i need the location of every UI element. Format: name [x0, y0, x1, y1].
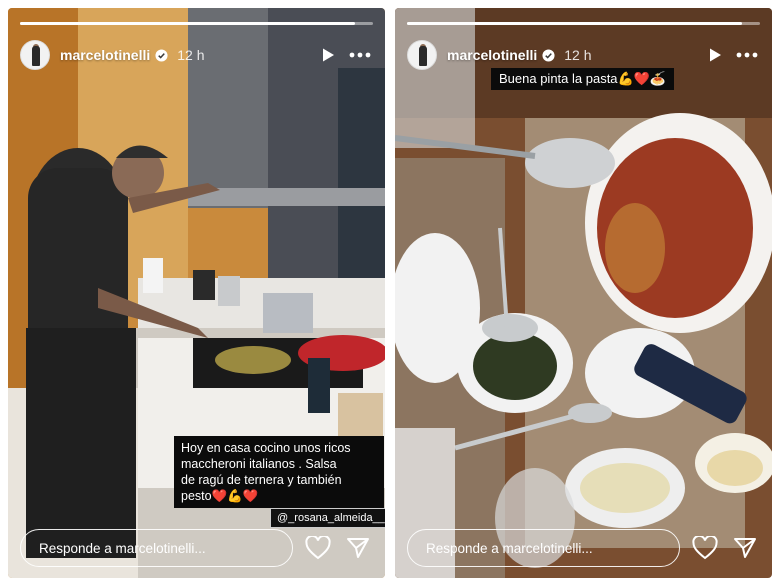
more-options-button[interactable] — [734, 42, 760, 68]
story-time: 12 h — [177, 47, 205, 63]
reply-input[interactable]: Responde a marcelotinelli... — [407, 529, 680, 567]
story-footer: Responde a marcelotinelli... — [407, 528, 760, 568]
more-options-icon — [349, 52, 371, 58]
caption-emojis: ❤️💪❤️ — [211, 489, 259, 503]
share-button[interactable] — [730, 533, 760, 563]
story-progress-fill — [20, 22, 356, 25]
avatar[interactable] — [407, 40, 437, 70]
avatar[interactable] — [20, 40, 50, 70]
heart-icon — [692, 536, 718, 560]
more-options-icon — [736, 52, 758, 58]
story-progress-bar — [407, 22, 760, 25]
story-caption: Buena pinta la pasta💪❤️🍝 — [491, 68, 675, 90]
username[interactable]: marcelotinelli — [60, 47, 150, 63]
play-button[interactable] — [315, 42, 341, 68]
play-icon — [323, 48, 334, 62]
more-options-button[interactable] — [347, 42, 373, 68]
like-button[interactable] — [303, 533, 333, 563]
mention-sticker[interactable]: @_rosana_almeida__ — [270, 508, 385, 528]
story-caption: Hoy en casa cocino unos ricos maccheroni… — [174, 436, 384, 508]
story-time: 12 h — [564, 47, 592, 63]
story-progress-fill — [407, 22, 743, 25]
like-button[interactable] — [690, 533, 720, 563]
verified-badge-icon — [542, 48, 555, 62]
share-button[interactable] — [343, 533, 373, 563]
play-button[interactable] — [702, 42, 728, 68]
story-header: marcelotinelli 12 h — [20, 38, 373, 72]
story-header: marcelotinelli 12 h — [407, 38, 760, 72]
avatar-figure — [32, 46, 40, 66]
reply-input[interactable]: Responde a marcelotinelli... — [20, 529, 293, 567]
caption-line: Hoy en casa cocino unos ricos — [181, 441, 351, 455]
avatar-figure — [419, 46, 427, 66]
story-progress-bar — [20, 22, 373, 25]
heart-icon — [305, 536, 331, 560]
story-footer: Responde a marcelotinelli... — [20, 528, 373, 568]
story-photo-pasta — [395, 8, 772, 578]
send-icon — [347, 538, 369, 558]
story-right[interactable]: marcelotinelli 12 h Buena pinta la pasta… — [395, 8, 772, 578]
verified-badge-icon — [155, 48, 168, 62]
username[interactable]: marcelotinelli — [447, 47, 537, 63]
story-left[interactable]: marcelotinelli 12 h Hoy en casa cocino u… — [8, 8, 385, 578]
caption-line: maccheroni italianos . Salsa — [181, 457, 337, 471]
caption-line-last: pesto❤️💪❤️ — [181, 488, 377, 504]
caption-line: pesto — [181, 489, 212, 503]
send-icon — [734, 538, 756, 558]
caption-line: de ragú de ternera y también — [181, 473, 342, 487]
play-icon — [710, 48, 721, 62]
